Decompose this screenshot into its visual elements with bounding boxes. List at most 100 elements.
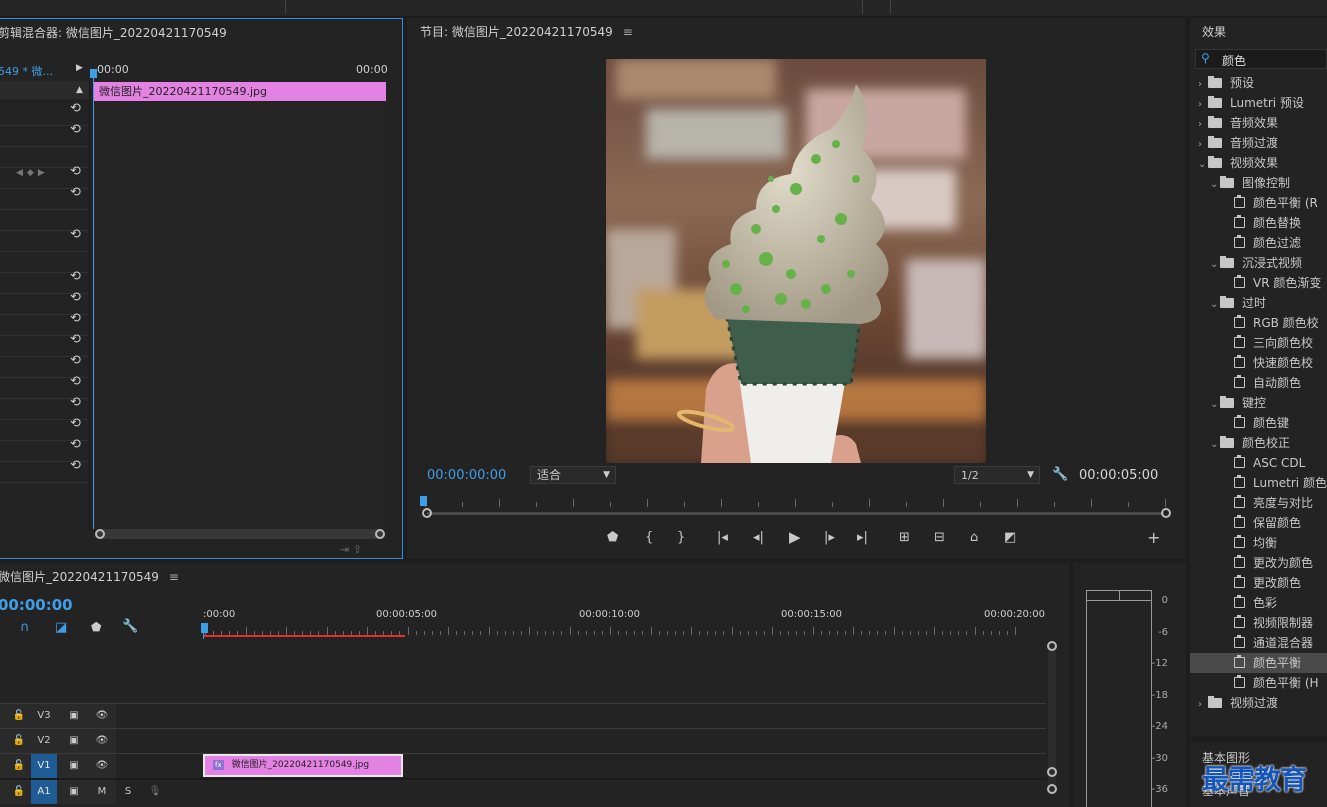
effects-tree-item[interactable]: 均衡 bbox=[1190, 533, 1327, 553]
timeline-wrench-icon[interactable]: 🔧 bbox=[122, 619, 138, 634]
effects-tree-item[interactable]: › 音频过渡 bbox=[1190, 133, 1327, 153]
effects-tree-item[interactable]: 颜色平衡 (H bbox=[1190, 673, 1327, 693]
lock-icon[interactable]: 🔓 bbox=[12, 704, 26, 728]
effects-tree-item[interactable]: 颜色平衡 (R bbox=[1190, 193, 1327, 213]
vscroll-handle-bottom2[interactable] bbox=[1047, 784, 1057, 794]
effects-tree-item[interactable]: ⌄ 视频效果 bbox=[1190, 153, 1327, 173]
effects-tree-item[interactable]: 视频限制器 bbox=[1190, 613, 1327, 633]
zoom-handle-left[interactable] bbox=[422, 508, 432, 518]
reset-icon[interactable]: ⟲ bbox=[70, 185, 81, 200]
wrench-icon[interactable]: 🔧 bbox=[1052, 467, 1068, 482]
resolution-dropdown[interactable]: 1/2 ▼ bbox=[954, 466, 1040, 484]
go-to-out-icon[interactable]: ▸| bbox=[857, 530, 868, 545]
chevron-down-icon[interactable]: ⌄ bbox=[1210, 255, 1220, 275]
panel-menu-icon[interactable]: ≡ bbox=[623, 18, 633, 46]
reset-icon[interactable]: ⟲ bbox=[70, 353, 81, 368]
track-target-v3[interactable]: V3 bbox=[31, 704, 57, 728]
effects-tree-item[interactable]: ⌄ 键控 bbox=[1190, 393, 1327, 413]
chevron-down-icon[interactable]: ⌄ bbox=[1210, 175, 1220, 195]
step-back-icon[interactable]: ◂| bbox=[753, 530, 764, 545]
timeline-current-time[interactable]: 00:00:00 bbox=[0, 596, 73, 614]
reset-icon[interactable]: ⟲ bbox=[70, 332, 81, 347]
reset-icon[interactable]: ⟲ bbox=[70, 122, 81, 137]
collapse-arrow-icon[interactable]: ▲ bbox=[76, 85, 83, 95]
effects-tree-item[interactable]: VR 颜色渐变 bbox=[1190, 273, 1327, 293]
snap-icon[interactable]: ∩ bbox=[20, 620, 30, 635]
sync-lock-icon[interactable]: ▣ bbox=[64, 754, 84, 778]
reset-icon[interactable]: ⟲ bbox=[70, 227, 81, 242]
program-current-time[interactable]: 00:00:00:00 bbox=[427, 468, 506, 483]
reset-icon[interactable]: ⟲ bbox=[70, 395, 81, 410]
add-marker-icon[interactable]: ⬟ bbox=[607, 530, 618, 545]
play-icon[interactable]: ▶ bbox=[789, 528, 801, 546]
scroll-handle-right[interactable] bbox=[375, 529, 385, 539]
chevron-right-icon[interactable]: › bbox=[1198, 695, 1208, 715]
effects-tree-item[interactable]: ⌄ 过时 bbox=[1190, 293, 1327, 313]
extract-icon[interactable]: ⊟ bbox=[934, 530, 945, 545]
reset-icon[interactable]: ⟲ bbox=[70, 290, 81, 305]
chevron-down-icon[interactable]: ⌄ bbox=[1210, 295, 1220, 315]
effects-tree-item[interactable]: ASC CDL bbox=[1190, 453, 1327, 473]
effects-tree-item[interactable]: 快速颜色校 bbox=[1190, 353, 1327, 373]
lock-icon[interactable]: 🔓 bbox=[12, 754, 26, 778]
effects-tree-item[interactable]: › 视频过渡 bbox=[1190, 693, 1327, 713]
eye-icon[interactable]: 👁 bbox=[92, 754, 112, 778]
program-playhead[interactable] bbox=[420, 496, 427, 506]
search-input[interactable]: 颜色 bbox=[1222, 52, 1246, 69]
effects-tree-item[interactable]: ⌄ 颜色校正 bbox=[1190, 433, 1327, 453]
reset-icon[interactable]: ⟲ bbox=[70, 458, 81, 473]
effects-tree-item[interactable]: 颜色键 bbox=[1190, 413, 1327, 433]
fit-dropdown[interactable]: 适合 ▼ bbox=[530, 466, 616, 484]
sync-lock-icon[interactable]: ▣ bbox=[64, 729, 84, 753]
keyframe-nav[interactable]: ◀◆▶ bbox=[16, 168, 49, 178]
compare-icon[interactable]: ◩ bbox=[1004, 530, 1016, 545]
effects-tree-item[interactable]: 三向颜色校 bbox=[1190, 333, 1327, 353]
sync-lock-icon[interactable]: ▣ bbox=[64, 780, 84, 804]
chevron-down-icon[interactable]: ⌄ bbox=[1210, 435, 1220, 455]
eye-icon[interactable]: 👁 bbox=[92, 704, 112, 728]
reset-icon[interactable]: ⟲ bbox=[70, 164, 81, 179]
track-target-v1[interactable]: V1 bbox=[31, 754, 57, 778]
effects-tree-item[interactable]: 颜色替换 bbox=[1190, 213, 1327, 233]
solo-button[interactable]: S bbox=[118, 780, 138, 804]
effects-tree-item[interactable]: 通道混合器 bbox=[1190, 633, 1327, 653]
effects-tree-item[interactable]: › 预设 bbox=[1190, 73, 1327, 93]
effects-tree-item[interactable]: 自动颜色 bbox=[1190, 373, 1327, 393]
add-button-icon[interactable]: + bbox=[1147, 528, 1160, 547]
mini-clip[interactable]: 微信图片_20220421170549.jpg bbox=[94, 82, 386, 101]
timeline-clip[interactable]: fx 微信图片_20220421170549.jpg bbox=[203, 754, 403, 777]
chevron-down-icon[interactable]: ⌄ bbox=[1198, 155, 1208, 175]
effects-tree-item[interactable]: RGB 颜色校 bbox=[1190, 313, 1327, 333]
effects-tree-item[interactable]: ⌄ 沉浸式视频 bbox=[1190, 253, 1327, 273]
mark-in-icon[interactable]: { bbox=[645, 530, 653, 545]
effects-search[interactable]: ⚲ 颜色 bbox=[1195, 49, 1327, 69]
effects-tree-item[interactable]: 亮度与对比 bbox=[1190, 493, 1327, 513]
scroll-handle-left[interactable] bbox=[95, 529, 105, 539]
reset-icon[interactable]: ⟲ bbox=[70, 437, 81, 452]
reset-icon[interactable]: ⟲ bbox=[70, 374, 81, 389]
zoom-handle-right[interactable] bbox=[1161, 508, 1171, 518]
track-target-v2[interactable]: V2 bbox=[31, 729, 57, 753]
export-icon[interactable]: ⇥ ⇪ bbox=[340, 543, 362, 556]
mini-playhead-marker[interactable] bbox=[90, 69, 97, 78]
lock-icon[interactable]: 🔓 bbox=[12, 729, 26, 753]
effects-tree-item[interactable]: 保留颜色 bbox=[1190, 513, 1327, 533]
effects-tree-item[interactable]: 颜色过滤 bbox=[1190, 233, 1327, 253]
effects-tree-item[interactable]: › Lumetri 预设 bbox=[1190, 93, 1327, 113]
step-forward-icon[interactable]: |▸ bbox=[824, 530, 835, 545]
reset-icon[interactable]: ⟲ bbox=[70, 311, 81, 326]
vscroll-handle-bottom[interactable] bbox=[1047, 767, 1057, 777]
mini-scrollbar[interactable] bbox=[96, 529, 383, 539]
reset-icon[interactable]: ⟲ bbox=[70, 101, 81, 116]
vscroll-handle-top[interactable] bbox=[1047, 641, 1057, 651]
linked-selection-icon[interactable]: ◪ bbox=[55, 620, 67, 635]
chevron-right-icon[interactable]: › bbox=[1198, 135, 1208, 155]
go-to-in-icon[interactable]: |◂ bbox=[717, 530, 728, 545]
effects-tree-item[interactable]: ⌄ 图像控制 bbox=[1190, 173, 1327, 193]
chevron-right-icon[interactable]: › bbox=[1198, 115, 1208, 135]
effects-tree-item[interactable]: 颜色平衡 bbox=[1190, 653, 1327, 673]
lift-icon[interactable]: ⊞ bbox=[899, 530, 910, 545]
panel-menu-icon[interactable]: ≡ bbox=[169, 563, 179, 591]
chevron-right-icon[interactable]: › bbox=[1198, 95, 1208, 115]
chevron-down-icon[interactable]: ⌄ bbox=[1210, 395, 1220, 415]
